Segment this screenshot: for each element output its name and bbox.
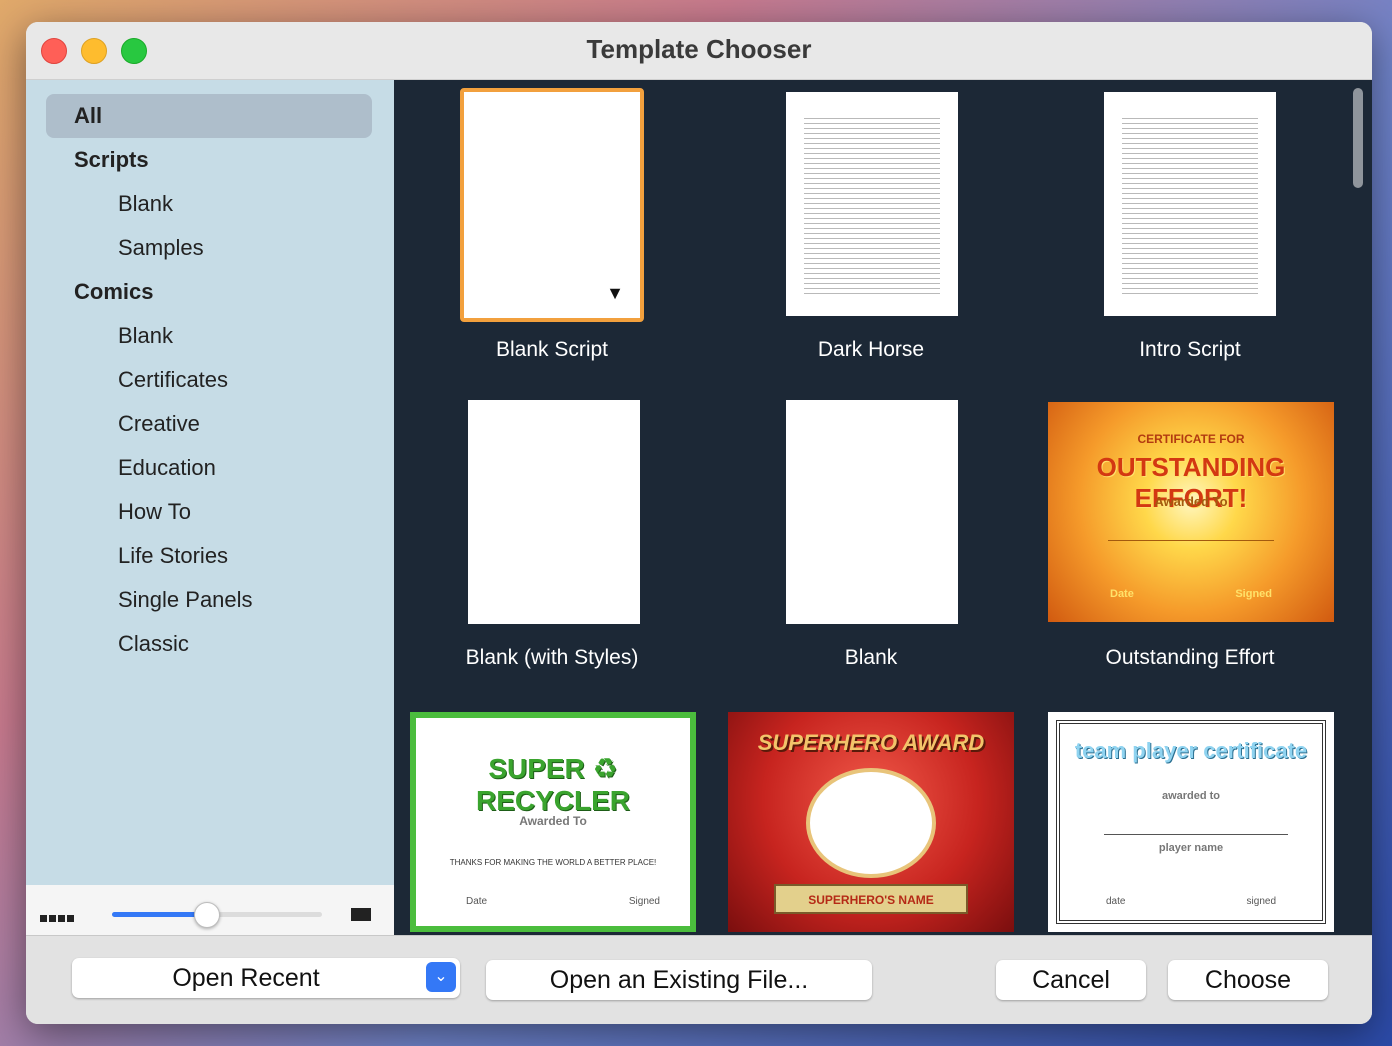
document-text-preview — [804, 114, 940, 296]
sidebar-item-comics-blank[interactable]: Blank — [118, 314, 173, 358]
signed-label: signed — [1246, 896, 1276, 907]
sidebar-item-life-stories[interactable]: Life Stories — [118, 534, 228, 578]
scroll-thumb[interactable] — [1353, 88, 1363, 188]
name-line — [1104, 834, 1288, 835]
signed-label: Signed — [1235, 588, 1272, 600]
template-label: Blank — [844, 646, 898, 669]
photo-circle — [806, 768, 936, 878]
signed-label: Signed — [628, 896, 660, 907]
template-thumbnail[interactable] — [1104, 92, 1276, 316]
large-thumbnails-icon[interactable] — [351, 908, 371, 921]
dropdown-triangle-icon[interactable]: ▼ — [606, 283, 624, 304]
template-thumbnail[interactable]: SUPER ♻ RECYCLER Awarded To THANKS FOR M… — [410, 712, 696, 932]
date-label: Date — [466, 896, 488, 907]
name-banner: SUPERHERO'S NAME — [774, 884, 968, 914]
template-thumbnail[interactable]: team player certificate awarded to playe… — [1048, 712, 1334, 932]
recycle-icon: ♻ — [592, 753, 618, 784]
template-thumbnail[interactable]: CERTIFICATE FOR OUTSTANDING EFFORT! Awar… — [1048, 402, 1334, 622]
template-label: Outstanding Effort — [1105, 646, 1275, 669]
template-thumbnail[interactable] — [468, 400, 640, 624]
document-text-preview — [1122, 114, 1258, 296]
certificate-name: SUPERHERO'S NAME — [808, 893, 934, 907]
name-line — [1108, 540, 1274, 541]
cancel-button[interactable]: Cancel — [996, 960, 1146, 1000]
sidebar-item-scripts[interactable]: Scripts — [74, 138, 149, 182]
slider-fill — [112, 912, 207, 917]
thumbnail-size-bar — [26, 885, 394, 935]
sidebar-item-comics[interactable]: Comics — [74, 270, 153, 314]
template-label: Intro Script — [1139, 338, 1241, 361]
certificate-heading: CERTIFICATE FOR — [1137, 432, 1245, 446]
template-label: Dark Horse — [817, 338, 925, 361]
template-gallery: ▼ Blank Script Dark Horse Intro Script B… — [394, 80, 1372, 935]
date-label: date — [1106, 896, 1126, 907]
template-thumbnail[interactable] — [786, 400, 958, 624]
certificate-border: team player certificate awarded to playe… — [1056, 720, 1326, 924]
certificate-title-part: RECYCLER — [475, 785, 630, 816]
sidebar-item-single-panels[interactable]: Single Panels — [118, 578, 253, 622]
open-recent-popup[interactable]: Open Recent ⌄ — [72, 958, 460, 998]
small-thumbnails-icon[interactable] — [40, 909, 76, 927]
sidebar-item-how-to[interactable]: How To — [118, 490, 191, 534]
open-existing-file-button[interactable]: Open an Existing File... — [486, 960, 872, 1000]
chevron-down-icon[interactable]: ⌄ — [426, 962, 456, 992]
date-label: Date — [1110, 588, 1134, 600]
sidebar-item-education[interactable]: Education — [118, 446, 216, 490]
sidebar-item-all[interactable]: All — [46, 94, 372, 138]
sidebar-item-creative[interactable]: Creative — [118, 402, 200, 446]
category-sidebar: All Scripts Blank Samples Comics Blank C… — [26, 80, 394, 885]
certificate-subtitle: Awarded To — [519, 814, 587, 828]
certificate-subtitle: Awarded To — [1154, 494, 1228, 509]
gallery-scrollbar[interactable] — [1352, 86, 1364, 931]
template-thumbnail[interactable] — [786, 92, 958, 316]
slider-knob[interactable] — [193, 902, 220, 928]
player-name-label: player name — [1158, 842, 1224, 854]
certificate-subtitle: awarded to — [1161, 790, 1221, 802]
certificate-message: THANKS FOR MAKING THE WORLD A BETTER PLA… — [449, 858, 657, 867]
template-thumbnail[interactable]: ▼ — [460, 88, 644, 322]
sidebar-item-samples[interactable]: Samples — [118, 226, 204, 270]
template-label: Blank (with Styles) — [465, 646, 639, 669]
sidebar-item-classic[interactable]: Classic — [118, 622, 189, 666]
certificate-title: SUPERHERO AWARD — [757, 730, 985, 755]
window-title: Template Chooser — [586, 34, 812, 64]
certificate-title: team player certificate — [1074, 738, 1308, 763]
choose-button[interactable]: Choose — [1168, 960, 1328, 1000]
template-thumbnail[interactable]: SUPERHERO AWARD SUPERHERO'S NAME — [728, 712, 1014, 932]
sidebar-item-scripts-blank[interactable]: Blank — [118, 182, 173, 226]
template-chooser-window: Template Chooser All Scripts Blank Sampl… — [26, 22, 1372, 1024]
certificate-title-part: SUPER — [488, 753, 585, 784]
open-recent-label: Open Recent — [172, 964, 320, 992]
title-bar: Template Chooser — [26, 22, 1372, 80]
sidebar-item-certificates[interactable]: Certificates — [118, 358, 228, 402]
action-bar: Open Recent ⌄ Open an Existing File... C… — [26, 935, 1372, 1024]
template-label: Blank Script — [495, 338, 609, 361]
